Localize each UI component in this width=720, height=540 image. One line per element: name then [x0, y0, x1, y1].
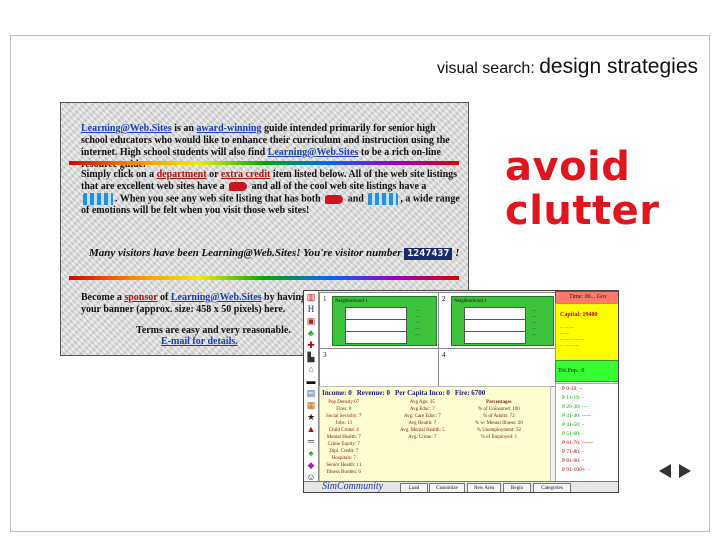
capital-panel: Capital: 19400 — — — — — — — — — — — — —… [555, 303, 618, 361]
quadrant-4[interactable]: 4 [438, 348, 556, 387]
icicle-icon [83, 193, 113, 205]
previous-slide-icon[interactable] [658, 463, 672, 479]
chart-icon[interactable]: ▥ [305, 292, 317, 303]
callout-line-2: clutter [505, 188, 660, 234]
slot-box[interactable] [464, 331, 526, 344]
sim-toolbar: SimCommunity Load Customize New Area Beg… [304, 481, 618, 492]
rainbow-divider [69, 161, 459, 165]
begin-button[interactable]: Begin [503, 483, 531, 492]
simcommunity-screenshot: ▥ H ▣ ♣ ✚ ▙ ⌂ ▬ ▤ ▦ ★ ▲ ═ ♠ ◆ ☺ 1 Neighb… [303, 290, 619, 493]
visitor-counter-line: Many visitors have been Learning@Web.Sit… [89, 247, 460, 260]
stats-col-2: Avg Age: 35 Avg Educ: 7 Avg. Care Educ: 7A… [400, 400, 445, 440]
neighborhood-panel-1: Neighborhood 1 — — — — — [332, 296, 437, 346]
load-button[interactable]: Load [400, 483, 428, 492]
rainbow-divider-2 [69, 276, 459, 280]
next-slide-icon[interactable] [678, 463, 692, 479]
simcommunity-logo: SimCommunity [322, 481, 384, 492]
school-icon[interactable]: ▤ [305, 388, 317, 399]
stats-col-1: Pop Density:67 Fires: 0 Social Security: 7… [326, 400, 362, 475]
hot-pepper-icon [229, 182, 248, 192]
award-link[interactable]: award-winning [196, 123, 261, 134]
fire-icon[interactable]: ▲ [305, 424, 317, 435]
quadrant-1[interactable]: 1 Neighborhood 1 — — — — — [319, 292, 439, 349]
building-icon[interactable]: ▣ [305, 316, 317, 327]
clinic-icon[interactable]: ◆ [305, 460, 317, 471]
instructions-paragraph: Simply click on a department or extra cr… [81, 169, 460, 217]
sponsor-paragraph: Become a sponsor of Learning@Web.Sites b… [81, 292, 307, 315]
sponsor-link[interactable]: sponsor [124, 292, 157, 303]
park-icon[interactable]: ♠ [305, 448, 317, 459]
department-link[interactable]: department [157, 169, 207, 180]
avoid-clutter-callout: avoid clutter [505, 145, 660, 233]
categories-button[interactable]: Categories [533, 483, 571, 492]
shop-icon[interactable]: ▦ [305, 400, 317, 411]
house-icon[interactable]: ⌂ [305, 364, 317, 375]
site-name-link-2[interactable]: Learning@Web.Sites [268, 147, 359, 158]
hospital-icon[interactable]: H [305, 304, 317, 315]
slide-title: visual search: design strategies [437, 55, 698, 79]
road-icon[interactable]: ═ [305, 436, 317, 447]
tool-palette: ▥ H ▣ ♣ ✚ ▙ ⌂ ▬ ▤ ▦ ★ ▲ ═ ♠ ◆ ☺ [304, 291, 319, 482]
stats-panel: Income: 0 Revenue: 0 Per Capita Inco: 0 Fir… [319, 386, 551, 483]
church-icon[interactable]: ✚ [305, 340, 317, 351]
neighborhood-panel-2: Neighborhood 1 — — — — — [451, 296, 554, 346]
icicle-icon [368, 193, 399, 205]
population-panel: Tot.Pop.: 0 [555, 360, 618, 382]
police-icon[interactable]: ★ [305, 412, 317, 423]
customize-button[interactable]: Customize [429, 483, 465, 492]
car-icon[interactable]: ▬ [305, 376, 317, 387]
site-name-link[interactable]: Learning@Web.Sites [81, 123, 172, 134]
panel-side-text: — — — — — [415, 307, 420, 336]
title-prefix: visual search: [436, 60, 535, 77]
slot-box[interactable] [345, 331, 407, 344]
callout-line-1: avoid [505, 144, 631, 190]
age-distribution-list: P 0-10: -- P 11-19: - P 20-30: --- P 31-… [555, 383, 618, 483]
factory-icon[interactable]: ▙ [305, 352, 317, 363]
site-name-link-3[interactable]: Learning@Web.Sites [171, 292, 262, 303]
title-main: design strategies [539, 55, 698, 78]
visitor-counter: 1247437 [404, 248, 453, 260]
panel-side-text: — — — — — [532, 307, 537, 336]
new-area-button[interactable]: New Area [467, 483, 501, 492]
extra-credit-link[interactable]: extra credit [221, 169, 271, 180]
stats-col-3: Percentages% of Uninsured: 100% of Adult… [475, 400, 523, 440]
quadrant-3[interactable]: 3 [319, 348, 439, 387]
tree-icon[interactable]: ♣ [305, 328, 317, 339]
quadrant-2[interactable]: 2 Neighborhood 1 — — — — — [438, 292, 556, 349]
email-link[interactable]: E-mail for details. [161, 336, 238, 348]
stats-header: Income: 0 Revenue: 0 Per Capita Inco: 0 Fir… [322, 389, 486, 397]
hot-pepper-icon [325, 194, 344, 204]
